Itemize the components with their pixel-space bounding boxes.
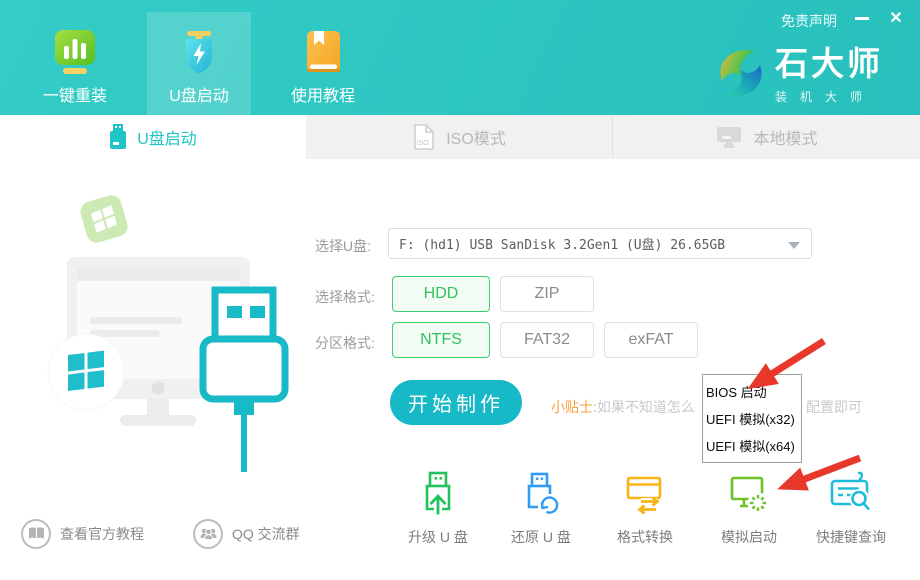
tool-restore-usb[interactable]: 还原 U 盘 — [495, 470, 587, 547]
people-circle-icon — [193, 519, 223, 549]
tool-label: 模拟启动 — [703, 527, 795, 547]
partition-option-fat32[interactable]: FAT32 — [500, 322, 594, 358]
usb-upgrade-icon — [415, 470, 461, 516]
format-option-zip[interactable]: ZIP — [500, 276, 594, 312]
tab-label: 本地模式 — [753, 125, 817, 149]
usb-drive-select[interactable]: F: (hd1) USB SanDisk 3.2Gen1 (U盘) 26.65G… — [388, 228, 812, 259]
tip-text-suffix: 配置即可 — [806, 397, 862, 417]
nav-item-reinstall[interactable]: 一键重装 — [23, 12, 127, 115]
swirl-logo-icon — [714, 44, 768, 102]
nav-item-tutorial[interactable]: 使用教程 — [271, 12, 375, 115]
open-book-circle-icon — [21, 519, 51, 549]
book-icon — [300, 29, 346, 75]
tool-format-convert[interactable]: 格式转换 — [599, 470, 691, 547]
simulate-boot-icon — [726, 470, 772, 516]
windows-tile-icon — [78, 193, 130, 245]
boot-mode-popup: BIOS 启动 UEFI 模拟(x32) UEFI 模拟(x64) — [702, 374, 802, 463]
partition-label: 分区格式: — [315, 333, 375, 353]
minimize-icon — [855, 17, 869, 20]
tool-upgrade-usb[interactable]: 升级 U 盘 — [392, 470, 484, 547]
app-header: 一键重装 U盘启动 使用教程 免 — [0, 0, 920, 115]
partition-option-exfat[interactable]: exFAT — [604, 322, 698, 358]
tool-hotkey-query[interactable]: 快捷键查询 — [805, 470, 897, 547]
red-arrow-popup — [770, 341, 824, 375]
chart-bars-icon — [52, 29, 98, 75]
popup-item-bios[interactable]: BIOS 启动 — [706, 382, 801, 401]
tool-label: 还原 U 盘 — [495, 527, 587, 547]
format-label: 选择格式: — [315, 287, 375, 307]
tip-prefix: 小贴士: — [551, 399, 597, 415]
shield-lightning-icon — [176, 29, 222, 75]
nav-item-label: 一键重装 — [43, 82, 107, 106]
tab-local-mode[interactable]: 本地模式 — [613, 115, 920, 159]
nav-item-usb-boot[interactable]: U盘启动 — [147, 12, 251, 115]
mode-tabbar: U盘启动 ISO ISO模式 本地模式 — [0, 115, 920, 159]
disclaimer-link[interactable]: 免责声明 — [781, 11, 837, 31]
app-logo: 石大师 装机大师 — [714, 44, 883, 105]
usb-stick-icon — [109, 124, 127, 150]
format-convert-icon — [622, 470, 668, 516]
logo-subtitle: 装机大师 — [775, 88, 883, 105]
usb-drive-value: F: (hd1) USB SanDisk 3.2Gen1 (U盘) 26.65G… — [399, 234, 725, 253]
app-window: 一键重装 U盘启动 使用教程 免 — [0, 0, 920, 580]
svg-text:ISO: ISO — [417, 140, 430, 147]
monitor-icon — [715, 124, 743, 150]
usb-restore-icon — [518, 470, 564, 516]
tab-usb-boot[interactable]: U盘启动 — [0, 115, 306, 159]
close-icon: ✕ — [889, 8, 902, 28]
nav-item-label: U盘启动 — [169, 82, 229, 106]
iso-file-icon: ISO — [412, 124, 436, 150]
nav-item-label: 使用教程 — [291, 82, 355, 106]
footer-link-label: QQ 交流群 — [232, 524, 300, 544]
tool-label: 升级 U 盘 — [392, 527, 484, 547]
footer-link-label: 查看官方教程 — [60, 524, 144, 544]
close-button[interactable]: ✕ — [883, 6, 909, 30]
usb-select-label: 选择U盘: — [315, 236, 371, 256]
popup-item-uefi-x32[interactable]: UEFI 模拟(x32) — [706, 409, 801, 428]
tip-text: 小贴士:如果不知道怎么 — [551, 397, 695, 417]
minimize-button[interactable] — [849, 6, 875, 30]
official-tutorial-link[interactable]: 查看官方教程 — [21, 519, 144, 549]
tool-label: 格式转换 — [599, 527, 691, 547]
partition-option-ntfs[interactable]: NTFS — [392, 322, 490, 358]
usb-plug-illustration — [20, 167, 320, 472]
tool-simulate-boot[interactable]: 模拟启动 — [703, 470, 795, 547]
tab-label: ISO模式 — [446, 125, 506, 149]
logo-title: 石大师 — [775, 44, 883, 84]
main-content: 选择U盘: F: (hd1) USB SanDisk 3.2Gen1 (U盘) … — [0, 159, 920, 580]
chevron-down-icon — [788, 242, 800, 249]
popup-item-uefi-x64[interactable]: UEFI 模拟(x64) — [706, 436, 801, 455]
qq-group-link[interactable]: QQ 交流群 — [193, 519, 300, 549]
tab-label: U盘启动 — [137, 125, 197, 149]
format-option-hdd[interactable]: HDD — [392, 276, 490, 312]
hotkey-search-icon — [828, 470, 874, 516]
tool-label: 快捷键查询 — [805, 527, 897, 547]
tab-iso-mode[interactable]: ISO ISO模式 — [306, 115, 613, 159]
start-make-button[interactable]: 开始制作 — [390, 380, 522, 425]
